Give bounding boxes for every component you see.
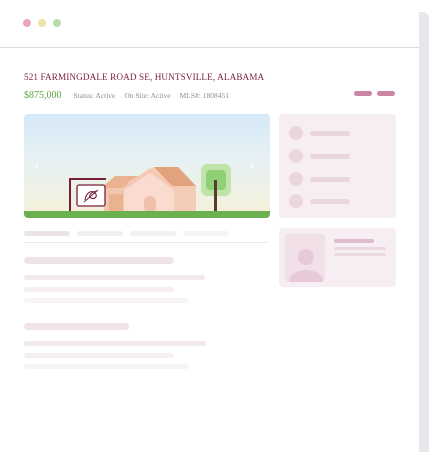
window-controls [23, 19, 61, 27]
for-sale-sign-icon [69, 178, 106, 213]
text-line-placeholder [24, 364, 189, 369]
text-line-placeholder [24, 341, 206, 346]
tab-1[interactable] [24, 231, 70, 236]
sidebar-row [289, 149, 350, 163]
agent-avatar [285, 234, 325, 282]
placeholder-line [310, 176, 350, 182]
minimize-dot[interactable] [38, 19, 46, 27]
sidebar-row [289, 126, 350, 140]
listing-actions [354, 91, 395, 96]
tree-icon [201, 164, 231, 213]
close-dot[interactable] [23, 19, 31, 27]
action-pill-2[interactable] [377, 91, 395, 96]
agent-info-placeholder [334, 247, 386, 250]
house-illustration [24, 164, 270, 218]
section-heading-placeholder [24, 257, 174, 264]
action-pill-1[interactable] [354, 91, 372, 96]
gallery-prev-arrow[interactable]: ‹ [34, 159, 39, 172]
details-sidebar-card [279, 114, 396, 218]
tab-3[interactable] [130, 231, 176, 236]
agent-info-placeholder [334, 253, 386, 256]
tab-4[interactable] [183, 231, 229, 236]
placeholder-icon [289, 126, 303, 140]
maximize-dot[interactable] [53, 19, 61, 27]
listing-address: 521 FARMINGDALE ROAD SE, HUNTSVILLE, ALA… [24, 72, 265, 82]
listing-price: $875,000 [24, 90, 62, 101]
sidebar-row [289, 194, 350, 208]
tabs-underline [24, 242, 269, 243]
sidebar-row [289, 172, 350, 186]
photo-gallery[interactable]: ‹ › [24, 114, 270, 218]
house-icon [101, 167, 196, 213]
text-line-placeholder [24, 353, 174, 358]
listing-onsite: On Site: Active [124, 91, 171, 100]
text-line-placeholder [24, 287, 174, 292]
scrollbar[interactable] [419, 12, 429, 452]
placeholder-line [310, 198, 350, 204]
gallery-next-arrow[interactable]: › [250, 159, 255, 172]
agent-name-placeholder [334, 239, 374, 243]
tab-2[interactable] [77, 231, 123, 236]
placeholder-line [310, 130, 350, 136]
listing-status: Status: Active [73, 91, 116, 100]
agent-card[interactable] [279, 228, 396, 287]
detail-tabs [24, 231, 229, 236]
section-heading-placeholder [24, 323, 129, 330]
person-icon [289, 249, 323, 282]
listing-mls: MLS#: 1808451 [179, 91, 230, 100]
text-line-placeholder [24, 298, 189, 303]
placeholder-line [310, 153, 350, 159]
titlebar-divider [0, 47, 420, 48]
text-line-placeholder [24, 275, 205, 280]
listing-meta: $875,000 Status: Active On Site: Active … [24, 90, 238, 101]
browser-window: 521 FARMINGDALE ROAD SE, HUNTSVILLE, ALA… [0, 0, 420, 452]
placeholder-icon [289, 172, 303, 186]
placeholder-icon [289, 194, 303, 208]
placeholder-icon [289, 149, 303, 163]
